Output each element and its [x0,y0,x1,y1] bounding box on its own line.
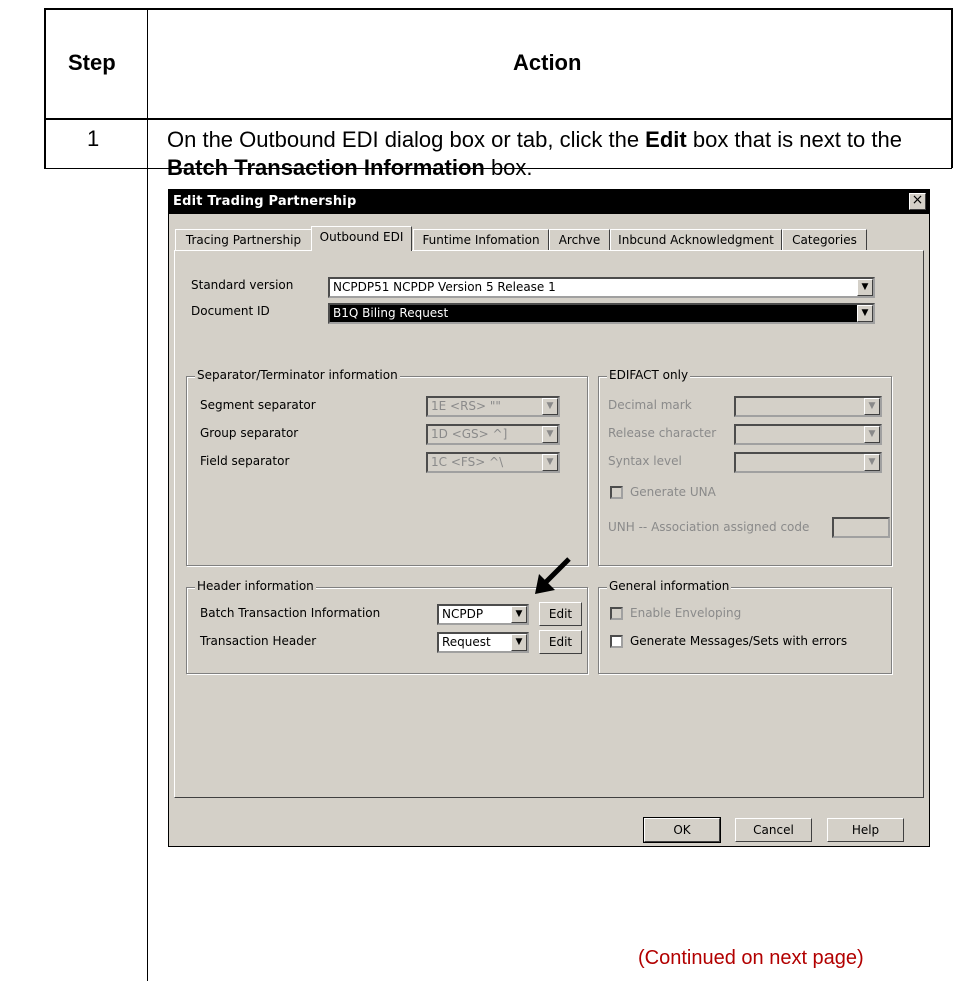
generate-una-checkbox[interactable] [610,486,623,499]
transaction-edit-button[interactable]: Edit [539,630,582,654]
edit-trading-partnership-dialog: Edit Trading Partnership × Tracing Partn… [168,189,930,847]
tab-trading-partnership[interactable]: Tracing Partnership [175,229,312,250]
chevron-down-icon[interactable]: ▼ [857,305,873,322]
chevron-down-icon[interactable]: ▼ [857,279,873,296]
document-id-select[interactable]: B1Q Biling Request ▼ [328,303,875,324]
chevron-down-icon[interactable]: ▼ [864,426,880,443]
transaction-header-select[interactable]: Request ▼ [437,632,529,653]
enable-enveloping-checkbox[interactable] [610,607,623,620]
tab-inbound-acknowledgment[interactable]: Inbcund Acknowledgment [610,229,782,250]
group-separator-select[interactable]: 1D <GS> ^] ▼ [426,424,560,445]
field-separator-select[interactable]: 1C <FS> ^\ ▼ [426,452,560,473]
enable-enveloping-label: Enable Enveloping [630,606,742,620]
batch-transaction-select[interactable]: NCPDP ▼ [437,604,529,625]
chevron-down-icon[interactable]: ▼ [864,454,880,471]
syntax-level-select[interactable]: ▼ [734,452,882,473]
segment-separator-value: 1E <RS> "" [431,399,501,413]
chevron-down-icon[interactable]: ▼ [511,606,527,623]
dialog-title-bar: Edit Trading Partnership × [169,190,929,214]
batch-edit-button[interactable]: Edit [539,602,582,626]
document-id-value: B1Q Biling Request [333,306,449,320]
table-column-divider [147,8,148,981]
generate-una-label: Generate UNA [630,485,716,499]
separator-group-title: Separator/Terminator information [195,368,400,382]
release-character-select[interactable]: ▼ [734,424,882,445]
syntax-level-label: Syntax level [608,454,682,468]
standard-version-value: NCPDP51 NCPDP Version 5 Release 1 [333,280,556,294]
tab-outbound-edi[interactable]: Outbound EDI [311,226,412,251]
chevron-down-icon[interactable]: ▼ [542,454,558,471]
step-column-header: Step [68,50,116,75]
general-group-title: General information [607,579,732,593]
segment-separator-select[interactable]: 1E <RS> "" ▼ [426,396,560,417]
chevron-down-icon[interactable]: ▼ [542,426,558,443]
continued-note: (Continued on next page) [638,947,864,969]
document-id-label: Document ID [191,304,270,318]
action-instruction: On the Outbound EDI dialog box or tab, c… [167,127,902,180]
decimal-mark-label: Decimal mark [608,398,692,412]
batch-transaction-label: Batch Transaction Information [200,606,381,620]
unh-code-input[interactable] [832,517,890,538]
generate-messages-checkbox[interactable] [610,635,623,648]
table-header-rule [44,118,952,120]
separator-group: Separator/Terminator information Segment… [186,368,588,566]
action-column-header: Action [513,50,582,75]
group-separator-value: 1D <GS> ^] [431,427,508,441]
standard-version-select[interactable]: NCPDP51 NCPDP Version 5 Release 1 ▼ [328,277,875,298]
group-separator-label: Group separator [200,426,299,440]
release-character-label: Release character [608,426,717,440]
field-separator-value: 1C <FS> ^\ [431,455,504,469]
edifact-group-title: EDIFACT only [607,368,691,382]
edifact-group: EDIFACT only Decimal mark ▼ Release char… [598,368,892,566]
ok-button[interactable]: OK [643,817,721,843]
dialog-title: Edit Trading Partnership [173,194,357,209]
transaction-header-value: Request [442,635,491,649]
chevron-down-icon[interactable]: ▼ [864,398,880,415]
pointer-arrow-icon [535,557,571,594]
batch-transaction-value: NCPDP [442,607,484,621]
field-separator-label: Field separator [200,454,290,468]
table-right-border [951,8,953,168]
decimal-mark-select[interactable]: ▼ [734,396,882,417]
table-top-border [44,8,952,10]
general-information-group: General information Enable Enveloping Ge… [598,579,892,674]
tab-runtime-information[interactable]: Funtime Infomation [413,229,549,250]
header-group-title: Header information [195,579,316,593]
help-button[interactable]: Help [827,818,904,842]
step-number: 1 [87,126,100,151]
generate-messages-label: Generate Messages/Sets with errors [630,634,848,648]
segment-separator-label: Segment separator [200,398,316,412]
chevron-down-icon[interactable]: ▼ [542,398,558,415]
transaction-header-label: Transaction Header [200,634,317,648]
cancel-button[interactable]: Cancel [735,818,812,842]
tab-archive[interactable]: Archve [549,229,610,250]
table-left-border [44,8,46,168]
close-icon[interactable]: × [909,193,926,210]
tab-categories[interactable]: Categories [782,229,867,250]
header-information-group: Header information Batch Transaction Inf… [186,579,588,674]
chevron-down-icon[interactable]: ▼ [511,634,527,651]
unh-code-label: UNH -- Association assigned code [608,520,810,534]
standard-version-label: Standard version [191,278,294,292]
